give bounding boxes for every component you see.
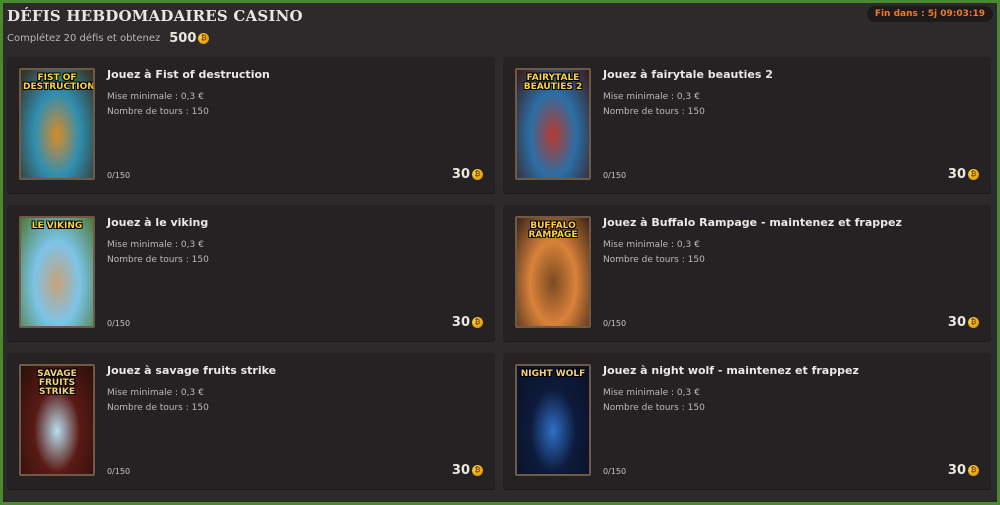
challenge-title: Jouez à Fist of destruction — [107, 68, 270, 81]
game-artwork — [21, 218, 93, 326]
challenge-reward-info: Complétez 20 défis et obtenez 500 ₿ — [7, 31, 210, 46]
game-logo-text: BUFFALO RAMPAGE — [528, 221, 578, 240]
challenge-points: 30 ₿ — [452, 167, 483, 182]
challenge-points: 30 ₿ — [452, 315, 483, 330]
minimum-bet: Mise minimale : 0,3 € — [107, 240, 204, 250]
page-title: DÉFIS HEBDOMADAIRES CASINO — [7, 7, 303, 25]
challenge-card[interactable]: NIGHT WOLF Jouez à night wolf - maintene… — [503, 353, 991, 489]
challenge-card[interactable]: BUFFALO RAMPAGE Jouez à Buffalo Rampage … — [503, 205, 991, 341]
number-of-spins: Nombre de tours : 150 — [603, 403, 705, 413]
challenge-progress: 0/150 — [603, 319, 627, 328]
number-of-spins: Nombre de tours : 150 — [603, 255, 705, 265]
game-thumbnail[interactable]: LE VIKING — [19, 216, 95, 328]
challenge-title: Jouez à fairytale beauties 2 — [603, 68, 773, 81]
challenge-card[interactable]: SAVAGE FRUITS STRIKE Jouez à savage frui… — [7, 353, 495, 489]
game-logo-text: FAIRYTALE BEAUTIES 2 — [523, 73, 583, 92]
game-thumbnail[interactable]: NIGHT WOLF — [515, 364, 591, 476]
challenge-points: 30 ₿ — [948, 315, 979, 330]
game-thumbnail[interactable]: BUFFALO RAMPAGE — [515, 216, 591, 328]
reward-value: 500 — [169, 31, 197, 46]
challenge-progress: 0/150 — [107, 319, 131, 328]
challenge-title: Jouez à savage fruits strike — [107, 364, 277, 377]
game-thumbnail[interactable]: SAVAGE FRUITS STRIKE — [19, 364, 95, 476]
panel-header: DÉFIS HEBDOMADAIRES CASINO Complétez 20 … — [3, 3, 997, 53]
coin-icon: ₿ — [968, 317, 979, 328]
game-thumbnail[interactable]: FAIRYTALE BEAUTIES 2 — [515, 68, 591, 180]
challenge-points: 30 ₿ — [948, 167, 979, 182]
challenge-progress: 0/150 — [603, 467, 627, 476]
coin-icon: ₿ — [968, 169, 979, 180]
points-value: 30 — [451, 463, 470, 478]
coin-icon: ₿ — [472, 169, 483, 180]
game-logo-text: FIST OF DESTRUCTION — [23, 73, 95, 92]
minimum-bet: Mise minimale : 0,3 € — [603, 240, 700, 250]
coin-icon: ₿ — [968, 465, 979, 476]
number-of-spins: Nombre de tours : 150 — [107, 403, 209, 413]
challenge-card[interactable]: FIST OF DESTRUCTION Jouez à Fist of dest… — [7, 57, 495, 193]
challenge-title: Jouez à night wolf - maintenez et frappe… — [603, 364, 859, 377]
points-value: 30 — [451, 315, 470, 330]
coin-icon: ₿ — [472, 317, 483, 328]
challenge-progress: 0/150 — [107, 467, 131, 476]
game-logo-text: SAVAGE FRUITS STRIKE — [37, 369, 77, 397]
countdown-timer: Fin dans : 5j 09:03:19 — [866, 6, 993, 22]
points-value: 30 — [947, 463, 966, 478]
minimum-bet: Mise minimale : 0,3 € — [107, 92, 204, 102]
challenge-progress: 0/150 — [603, 171, 627, 180]
challenge-card[interactable]: LE VIKING Jouez à le viking Mise minimal… — [7, 205, 495, 341]
coin-icon: ₿ — [472, 465, 483, 476]
challenge-title: Jouez à Buffalo Rampage - maintenez et f… — [603, 216, 902, 229]
minimum-bet: Mise minimale : 0,3 € — [603, 388, 700, 398]
game-logo-text: LE VIKING — [31, 221, 83, 231]
challenge-points: 30 ₿ — [948, 463, 979, 478]
challenge-points: 30 ₿ — [452, 463, 483, 478]
coin-icon: ₿ — [198, 33, 210, 44]
points-value: 30 — [451, 167, 470, 182]
game-artwork — [517, 366, 589, 474]
challenge-progress: 0/150 — [107, 171, 131, 180]
challenge-title: Jouez à le viking — [107, 216, 209, 229]
challenge-card[interactable]: FAIRYTALE BEAUTIES 2 Jouez à fairytale b… — [503, 57, 991, 193]
number-of-spins: Nombre de tours : 150 — [603, 107, 705, 117]
points-value: 30 — [947, 315, 966, 330]
number-of-spins: Nombre de tours : 150 — [107, 107, 209, 117]
casino-challenges-panel: DÉFIS HEBDOMADAIRES CASINO Complétez 20 … — [3, 3, 997, 502]
number-of-spins: Nombre de tours : 150 — [107, 255, 209, 265]
minimum-bet: Mise minimale : 0,3 € — [603, 92, 700, 102]
points-value: 30 — [947, 167, 966, 182]
game-thumbnail[interactable]: FIST OF DESTRUCTION — [19, 68, 95, 180]
game-logo-text: NIGHT WOLF — [520, 369, 586, 379]
reward-description: Complétez 20 défis et obtenez — [7, 33, 161, 44]
minimum-bet: Mise minimale : 0,3 € — [107, 388, 204, 398]
reward-amount: 500 ₿ — [169, 31, 210, 46]
